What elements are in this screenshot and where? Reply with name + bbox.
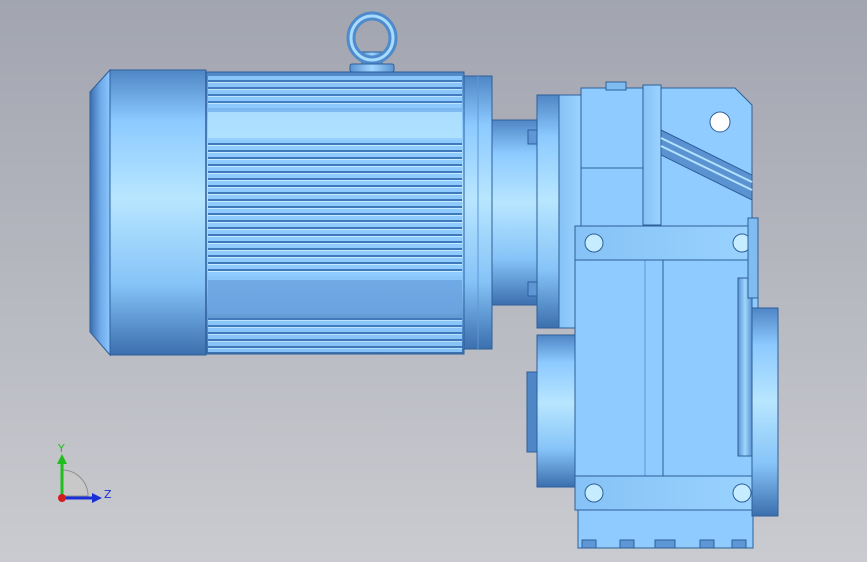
- bolt-top-left: [584, 233, 604, 253]
- 3d-viewport[interactable]: Y Z: [0, 0, 867, 562]
- motor-flange[interactable]: [463, 75, 493, 350]
- motor-adapter[interactable]: [491, 119, 538, 306]
- axis-triad-graphic: Y Z: [57, 442, 112, 503]
- gearbox-main-body[interactable]: [574, 225, 759, 549]
- bolt-bottom-left: [584, 483, 604, 503]
- y-axis-label: Y: [57, 442, 65, 455]
- bracket-hole: [709, 111, 731, 133]
- gearbox[interactable]: [526, 81, 779, 549]
- torque-arm-bracket[interactable]: [660, 87, 753, 229]
- coordinate-triad: Y Z: [40, 440, 130, 520]
- motor-housing[interactable]: [205, 71, 465, 355]
- fan-cover[interactable]: [89, 68, 207, 357]
- bolt-bottom-right: [732, 483, 752, 503]
- z-axis-label: Z: [104, 488, 112, 501]
- gearbox-upper-body[interactable]: [580, 81, 662, 229]
- cad-model-canvas[interactable]: [0, 0, 867, 562]
